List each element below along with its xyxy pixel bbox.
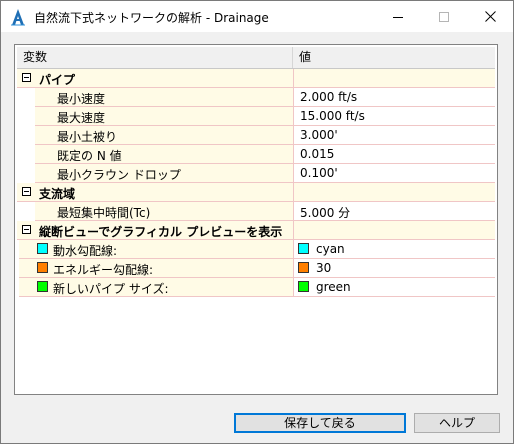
category-label: パイプ [39, 73, 76, 87]
window-title: 自然流下式ネットワークの解析 - Drainage [34, 11, 269, 25]
property-value[interactable]: 3.000' [300, 128, 338, 142]
property-grid: 変数 値 パイプ 最小速度 2.000 ft/s 最大速度 15.000 ft/ [14, 44, 498, 395]
category-label: 支流域 [39, 187, 76, 201]
property-row[interactable]: 最小速度 2.000 ft/s [17, 88, 495, 107]
property-row[interactable]: 最小クラウン ドロップ 0.100' [17, 164, 495, 183]
property-name: 動水勾配線: [53, 244, 118, 258]
property-value[interactable]: 0.015 [300, 147, 334, 161]
color-swatch [37, 281, 48, 292]
column-header-variable[interactable]: 変数 [17, 47, 293, 68]
maximize-button [421, 1, 467, 32]
property-name: 既定の N 値 [57, 149, 122, 163]
category-row-catchment[interactable]: 支流域 [17, 183, 495, 202]
column-header-value[interactable]: 値 [293, 47, 495, 68]
category-row-pipe[interactable]: パイプ [17, 69, 495, 88]
maximize-icon [439, 11, 449, 22]
property-row[interactable]: 最短集中時間(Tc) 5.000 分 [17, 202, 495, 221]
app-icon [11, 9, 25, 26]
property-name: 最小クラウン ドロップ [57, 168, 181, 182]
category-label: 縦断ビューでグラフィカル プレビューを表示 [39, 225, 283, 239]
minimize-icon [393, 16, 403, 18]
collapse-minus-icon[interactable] [22, 225, 31, 234]
property-value[interactable]: 2.000 ft/s [300, 90, 357, 104]
color-swatch [37, 262, 48, 273]
property-value[interactable]: 15.000 ft/s [300, 109, 365, 123]
property-name: 最大速度 [57, 111, 106, 125]
grid-header: 変数 値 [17, 47, 495, 69]
property-value[interactable]: 0.100' [300, 166, 338, 180]
property-name: 最小速度 [57, 92, 106, 106]
property-row[interactable]: 既定の N 値 0.015 [17, 145, 495, 164]
property-name: エネルギー勾配線: [53, 263, 154, 277]
minimize-button[interactable] [375, 1, 421, 32]
color-swatch [298, 281, 309, 292]
property-row[interactable]: 新しいパイプ サイズ: green [17, 278, 495, 297]
property-value[interactable]: cyan [316, 242, 345, 256]
close-icon [484, 11, 496, 22]
color-swatch [298, 262, 309, 273]
property-row[interactable]: エネルギー勾配線: 30 [17, 259, 495, 278]
help-button[interactable]: ヘルプ [414, 413, 500, 433]
collapse-minus-icon[interactable] [22, 73, 31, 82]
property-value[interactable]: green [316, 280, 351, 294]
collapse-minus-icon[interactable] [22, 187, 31, 196]
title-bar[interactable]: 自然流下式ネットワークの解析 - Drainage [1, 1, 513, 32]
close-button[interactable] [467, 1, 513, 32]
property-value[interactable]: 5.000 分 [300, 204, 350, 221]
save-and-return-button[interactable]: 保存して戻る [234, 413, 406, 433]
property-name: 最短集中時間(Tc) [57, 206, 151, 220]
color-swatch [298, 243, 309, 254]
property-row[interactable]: 最小土被り 3.000' [17, 126, 495, 145]
color-swatch [37, 243, 48, 254]
property-name: 最小土被り [57, 130, 118, 144]
dialog-window: 自然流下式ネットワークの解析 - Drainage 変数 値 パイプ 最小速度 … [0, 0, 514, 444]
property-value[interactable]: 30 [316, 261, 331, 275]
category-row-profile-preview[interactable]: 縦断ビューでグラフィカル プレビューを表示 [17, 221, 495, 240]
property-row[interactable]: 最大速度 15.000 ft/s [17, 107, 495, 126]
property-row[interactable]: 動水勾配線: cyan [17, 240, 495, 259]
property-name: 新しいパイプ サイズ: [53, 282, 169, 296]
